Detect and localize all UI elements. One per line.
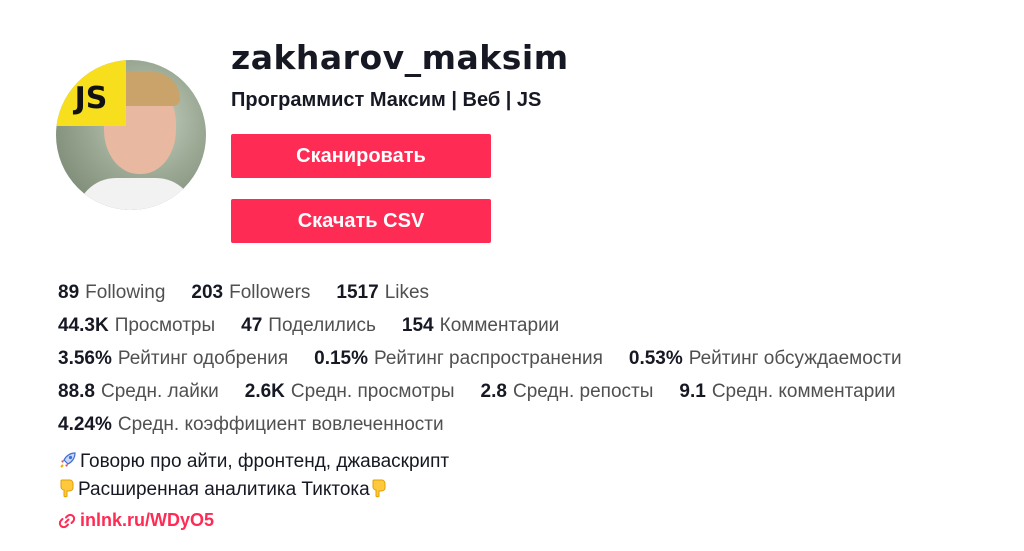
link-icon (58, 513, 76, 528)
bio: Говорю про айти, фронтенд, джаваскрипт Р… (58, 448, 449, 504)
stat-label: Средн. просмотры (290, 380, 455, 402)
avatar-shirt (76, 178, 196, 210)
stat-share-rate: 0.15% Рейтинг распространения (314, 348, 603, 370)
stat-avg-likes: 88.8 Средн. лайки (58, 381, 219, 403)
stat-label: Рейтинг распространения (374, 347, 603, 369)
stat-value: 0.53% (628, 347, 683, 369)
stat-comments: 154 Комментарии (402, 315, 559, 337)
stat-views: 44.3K Просмотры (58, 315, 215, 337)
stat-label: Поделились (268, 314, 376, 336)
scan-button[interactable]: Сканировать (231, 134, 491, 178)
stat-label: Средн. комментарии (711, 380, 896, 402)
stat-label: Комментарии (439, 314, 560, 336)
stat-value: 47 (241, 314, 263, 336)
stat-avg-reposts: 2.8 Средн. репосты (481, 381, 654, 403)
stat-label: Средн. коэффициент вовлеченности (117, 413, 444, 435)
bio-text: Говорю про айти, фронтенд, джаваскрипт (80, 451, 450, 472)
stat-avg-comments: 9.1 Средн. комментарии (679, 381, 895, 403)
stat-label: Likes (384, 281, 430, 303)
stat-value: 203 (191, 281, 224, 303)
pointing-down-icon (58, 478, 76, 502)
stat-discussion-rate: 0.53% Рейтинг обсуждаемости (629, 348, 902, 370)
rocket-icon (58, 450, 78, 474)
download-csv-button[interactable]: Скачать CSV (231, 199, 491, 243)
stat-value: 3.56% (58, 347, 112, 369)
stat-label: Followers (229, 281, 311, 303)
nickname: Программист Максим | Веб | JS (231, 89, 542, 111)
bio-text: Расширенная аналитика Тиктока (78, 479, 370, 500)
stat-value: 0.15% (314, 347, 368, 369)
stat-value: 44.3K (58, 314, 109, 336)
stat-avg-views: 2.6K Средн. просмотры (245, 381, 455, 403)
stat-shares: 47 Поделились (241, 315, 376, 337)
stat-value: 1517 (336, 281, 379, 303)
stat-label: Просмотры (114, 314, 216, 336)
stat-label: Following (85, 281, 166, 303)
avatar[interactable]: JS (56, 60, 206, 210)
stat-value: 154 (401, 314, 434, 336)
stats-row: 88.8 Средн. лайки 2.6K Средн. просмотры 2.… (58, 375, 1008, 408)
bio-line: Расширенная аналитика Тиктока (58, 476, 449, 504)
stat-value: 2.6K (244, 380, 285, 402)
stat-value: 2.8 (480, 380, 507, 402)
bio-line: Говорю про айти, фронтенд, джаваскрипт (58, 448, 449, 476)
stat-label: Средн. лайки (100, 380, 219, 402)
stats-row: 89 Following 203 Followers 1517 Likes (58, 276, 1008, 309)
username: zakharov_maksim (231, 38, 569, 77)
stats-row: 44.3K Просмотры 47 Поделились 154 Комментар… (58, 309, 1008, 342)
stat-likes: 1517 Likes (336, 282, 429, 304)
stat-followers: 203 Followers (191, 282, 310, 304)
stat-approval-rate: 3.56% Рейтинг одобрения (58, 348, 288, 370)
js-badge-logo: JS (56, 60, 126, 126)
stat-following: 89 Following (58, 282, 165, 304)
stat-label: Рейтинг одобрения (117, 347, 289, 369)
profile-link[interactable]: inlnk.ru/WDyO5 (58, 510, 214, 531)
stats-panel: 89 Following 203 Followers 1517 Likes 44.3K… (58, 276, 1008, 441)
stat-value: 4.24% (58, 413, 112, 435)
link-text[interactable]: inlnk.ru/WDyO5 (80, 510, 214, 531)
stat-avg-engagement: 4.24% Средн. коэффициент вовлеченности (58, 414, 444, 436)
stat-label: Рейтинг обсуждаемости (688, 347, 902, 369)
stats-row: 3.56% Рейтинг одобрения 0.15% Рейтинг расп… (58, 342, 1008, 375)
stat-value: 9.1 (679, 380, 706, 402)
stats-row: 4.24% Средн. коэффициент вовлеченности (58, 408, 1008, 441)
stat-label: Средн. репосты (512, 380, 654, 402)
stat-value: 88.8 (58, 380, 95, 402)
pointing-down-icon (370, 478, 388, 502)
stat-value: 89 (58, 281, 80, 303)
